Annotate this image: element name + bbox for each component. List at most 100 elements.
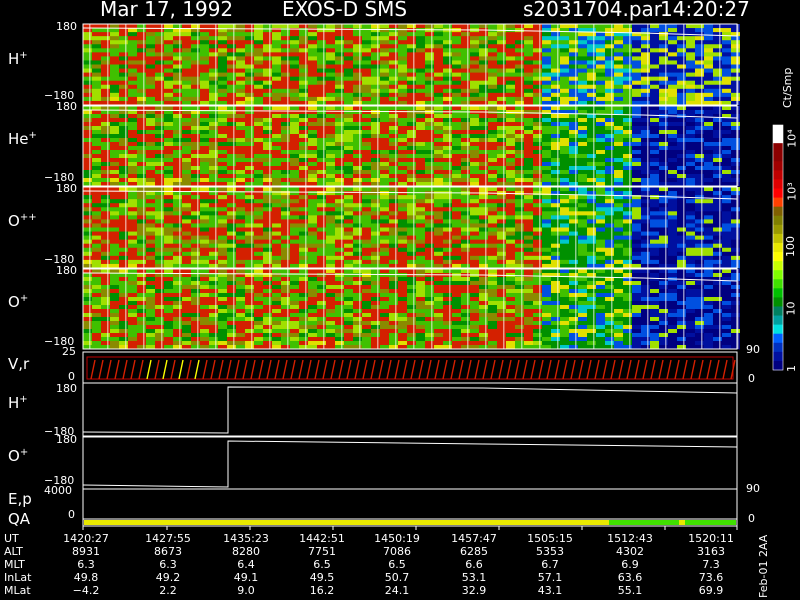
colorbar-segment (773, 342, 783, 353)
table-cell: 6.3 (77, 558, 95, 571)
panel-label-ep: E,p (8, 490, 32, 508)
table-cell: 4302 (616, 545, 644, 558)
table-cell: 6.4 (237, 558, 255, 571)
footer-label: Feb-01 2AA (757, 534, 770, 598)
colorbar-segment (773, 279, 783, 289)
plot-canvas (82, 23, 784, 530)
colorbar-segment (773, 270, 783, 280)
table-cell: 1505:15 (527, 532, 573, 545)
colorbar-segment (773, 197, 783, 208)
colorbar-segment (773, 333, 783, 344)
tick-ep-right-top: 90 (746, 482, 760, 495)
tick-h-max: 180 (56, 20, 77, 33)
tick-vr-top: 25 (62, 345, 76, 358)
table-cell: 6.6 (465, 558, 483, 571)
qa-bar-end (685, 520, 736, 525)
colorbar-segment (773, 224, 783, 235)
table-cell: 6.5 (388, 558, 406, 571)
ephemeris-table: UT ALT MLT InLat MLat 1420:27 8931 6.3 49.8… (0, 530, 760, 600)
table-cell: 1520:11 (688, 532, 734, 545)
table-header-alt: ALT (4, 545, 23, 558)
table-cell: 6.5 (313, 558, 331, 571)
table-cell: 49.2 (155, 571, 181, 584)
table-cell: 7.3 (702, 558, 720, 571)
colorbar-label-1e3: 10³ (785, 182, 799, 201)
colorbar-segment (773, 297, 783, 307)
table-cell: 1442:51 (299, 532, 345, 545)
colorbar-segment (773, 206, 783, 217)
colorbar-segment (773, 125, 783, 135)
tick-he-max: 180 (56, 100, 77, 113)
tick-vr-right-bottom: 0 (748, 372, 755, 385)
table-cell: 1427:55 (145, 532, 191, 545)
panel-ep (82, 488, 738, 520)
panel-label-qa: QA (8, 510, 31, 528)
colorbar-segment (773, 315, 783, 326)
colorbar-label-1: 1 (785, 365, 798, 372)
panel-label-he-plus: He+ (8, 130, 37, 148)
panel-label-h-plus-2: H+ (8, 394, 28, 412)
tick-vr-right-top: 90 (746, 343, 760, 356)
table-cell: 49.5 (309, 571, 335, 584)
table-header-mlat: MLat (4, 584, 31, 597)
colorbar-label-100: 100 (784, 236, 797, 257)
colorbar-segment (773, 179, 783, 190)
table-cell: 49.8 (73, 571, 99, 584)
colorbar-segment (773, 188, 783, 199)
table-cell: 43.1 (537, 584, 563, 597)
tick-qa-bottom: 0 (68, 508, 75, 521)
table-cell: 6.3 (159, 558, 177, 571)
table-cell: 57.1 (537, 571, 563, 584)
heatmap-o-plus (82, 268, 740, 350)
table-cell: 55.1 (617, 584, 643, 597)
table-cell: 50.7 (384, 571, 410, 584)
table-header-ut: UT (4, 532, 19, 545)
heatmap-o-plus-plus (82, 186, 740, 269)
table-cell: 1450:19 (374, 532, 420, 545)
table-cell: 69.9 (698, 584, 724, 597)
colorbar-segment (773, 306, 783, 317)
colorbar-segment (773, 252, 783, 262)
table-cell: −4.2 (72, 584, 100, 597)
panel-label-h-plus: H+ (8, 50, 28, 68)
table-cell: 8931 (72, 545, 100, 558)
colorbar-segment (773, 351, 783, 362)
colorbar-segment (773, 170, 783, 180)
table-cell: 32.9 (461, 584, 487, 597)
colorbar-segment (773, 215, 783, 226)
heatmap-h-plus (82, 23, 740, 106)
colorbar-segment (773, 288, 783, 298)
table-cell: 5353 (536, 545, 564, 558)
table-cell: 1435:23 (223, 532, 269, 545)
colorbar-label-1e4: 10⁴ (785, 129, 799, 148)
colorbar-segment (773, 360, 783, 371)
tick-opp-max: 180 (56, 182, 77, 195)
tick-h2-max: 180 (56, 382, 77, 395)
table-cell: 3163 (697, 545, 725, 558)
heatmap-he-plus (82, 105, 740, 187)
qa-bar-good-2 (679, 520, 685, 525)
panel-label-vr: V,r (8, 355, 30, 373)
tick-o2-max: 180 (56, 433, 77, 446)
colorbar-segment (773, 233, 783, 244)
colorbar-label-10: 10 (784, 301, 798, 316)
panel-label-o-plus: O+ (8, 293, 29, 311)
qa-bar-good (84, 520, 609, 525)
panel-label-o-plus-plus: O++ (8, 212, 37, 230)
table-header-mlt: MLT (4, 558, 25, 571)
table-cell: 8280 (232, 545, 260, 558)
table-cell: 73.6 (698, 571, 724, 584)
tick-op-max: 180 (56, 264, 77, 277)
colorbar-segment (773, 261, 783, 271)
table-cell: 6285 (460, 545, 488, 558)
colorbar-segment (773, 143, 783, 153)
panel-label-o-plus-2: O+ (8, 447, 29, 465)
table-cell: 6.9 (621, 558, 639, 571)
colorbar-segment (773, 242, 783, 253)
table-cell: 63.6 (617, 571, 643, 584)
table-cell: 16.2 (309, 584, 335, 597)
colorbar-segment (773, 152, 783, 162)
colorbar-segment (773, 134, 783, 144)
table-cell: 7086 (383, 545, 411, 558)
table-cell: 1512:43 (607, 532, 653, 545)
